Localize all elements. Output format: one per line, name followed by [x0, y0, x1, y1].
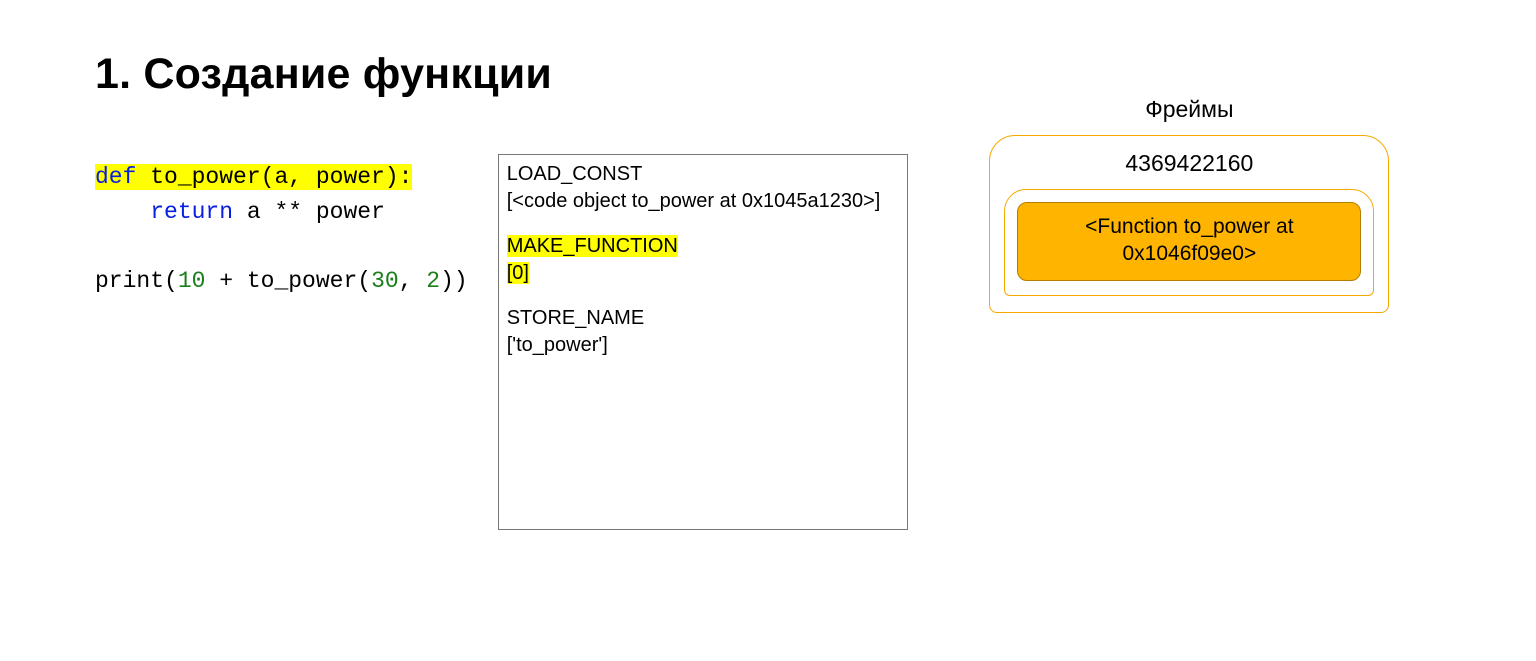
bytecode-panel: LOAD_CONST [<code object to_power at 0x1… — [498, 154, 908, 530]
code-line1-rest: to_power(a, power): — [136, 164, 412, 190]
code-line2-rest: a ** power — [233, 199, 385, 225]
columns: def to_power(a, power): return a ** powe… — [95, 154, 1441, 530]
bc-arg-load-const: [<code object to_power at 0x1045a1230>] — [507, 188, 899, 215]
code-num-10: 10 — [178, 268, 206, 294]
bytecode-block-1: LOAD_CONST [<code object to_power at 0x1… — [507, 161, 899, 215]
frame-outer: 4369422160 <Function to_power at 0x1046f… — [989, 135, 1389, 313]
stack-top-item: <Function to_power at 0x1046f09e0> — [1017, 202, 1361, 281]
bytecode-block-3: STORE_NAME ['to_power'] — [507, 305, 899, 359]
code-panel: def to_power(a, power): return a ** powe… — [95, 154, 468, 298]
code-num-2: 2 — [426, 268, 440, 294]
code-line3-p1: print( — [95, 268, 178, 294]
keyword-def: def — [95, 164, 136, 190]
code-num-30: 30 — [371, 268, 399, 294]
bc-op-make-function: MAKE_FUNCTION — [507, 233, 899, 260]
slide: 1. Создание функции def to_power(a, powe… — [0, 0, 1536, 661]
frames-panel: Фреймы 4369422160 <Function to_power at … — [938, 96, 1441, 313]
bc-arg-store-name: ['to_power'] — [507, 332, 899, 359]
frame-inner: <Function to_power at 0x1046f09e0> — [1004, 189, 1374, 296]
bc-op-store-name: STORE_NAME — [507, 305, 899, 332]
bc-op-load-const: LOAD_CONST — [507, 161, 899, 188]
frame-id: 4369422160 — [1004, 150, 1374, 177]
code-line3-p3: , — [399, 268, 427, 294]
bytecode-block-2: MAKE_FUNCTION [0] — [507, 233, 899, 287]
code-line2-indent — [95, 199, 150, 225]
slide-title: 1. Создание функции — [95, 50, 1441, 99]
keyword-return: return — [150, 199, 233, 225]
frames-label: Фреймы — [1145, 96, 1233, 123]
bc-arg-make-function: [0] — [507, 260, 899, 287]
code-line3-p2: + to_power( — [205, 268, 371, 294]
code-line3-p4: )) — [440, 268, 468, 294]
